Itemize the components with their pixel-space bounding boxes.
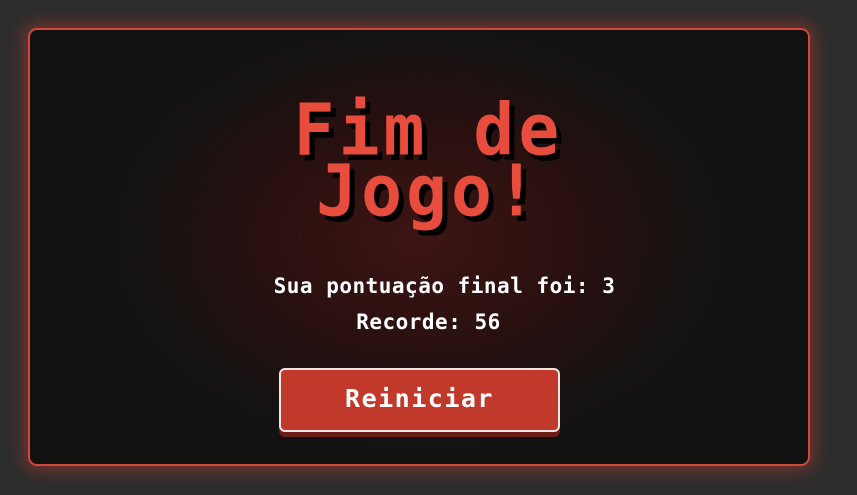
final-score-text: Sua pontuação final foi: 3 [273,274,616,298]
game-over-title: Fim de Jogo! [293,89,564,234]
record-text: Recorde: 56 [356,310,501,334]
restart-button[interactable]: Reiniciar [279,368,560,432]
